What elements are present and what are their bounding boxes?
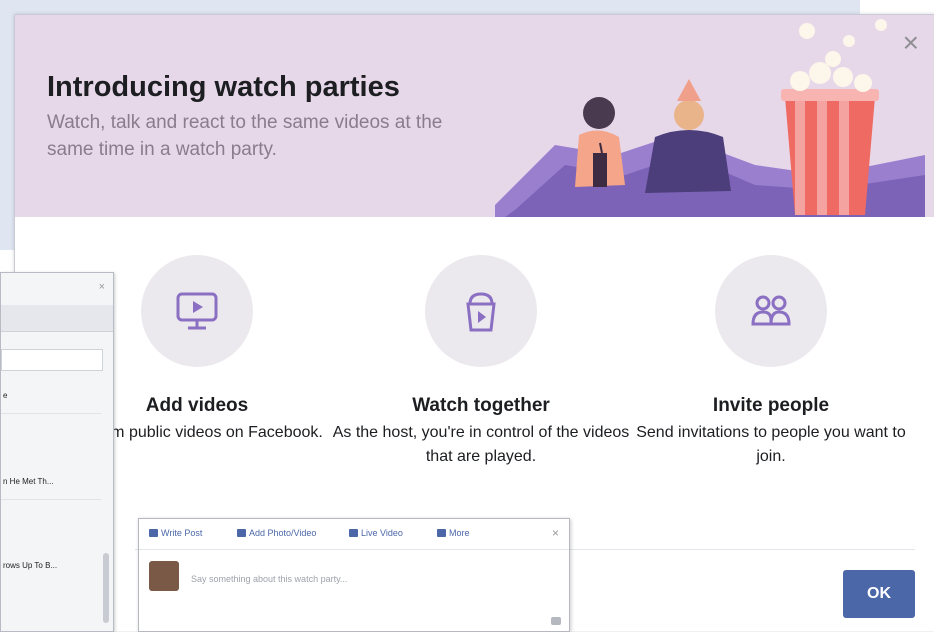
close-icon[interactable]: × bbox=[552, 526, 559, 540]
feature-icon-circle bbox=[715, 255, 827, 367]
popcorn-play-icon bbox=[466, 292, 496, 332]
feature-title: Invite people bbox=[712, 395, 830, 416]
composer-tabs: Write Post Add Photo/Video Live Video Mo… bbox=[139, 519, 569, 550]
tab-live-video[interactable]: Live Video bbox=[349, 528, 403, 538]
ok-button[interactable]: OK bbox=[843, 570, 915, 618]
avatar bbox=[149, 561, 179, 591]
composer-input[interactable]: Say something about this watch party... bbox=[191, 574, 347, 584]
list-divider bbox=[1, 413, 101, 414]
post-composer: Write Post Add Photo/Video Live Video Mo… bbox=[138, 518, 570, 632]
tab-label: Live Video bbox=[361, 528, 403, 538]
more-icon bbox=[437, 529, 446, 537]
watch-party-illustration-icon bbox=[495, 19, 925, 217]
tab-label: Add Photo/Video bbox=[249, 528, 317, 538]
tab-label: Write Post bbox=[161, 528, 203, 538]
feature-invite-people: Invite people Send invitations to people… bbox=[621, 255, 921, 469]
list-divider bbox=[1, 499, 101, 500]
close-dialog-button[interactable]: × bbox=[903, 29, 919, 57]
hero-banner: Introducing watch parties Watch, talk an… bbox=[15, 15, 934, 217]
feature-title: Watch together bbox=[412, 395, 550, 416]
list-item[interactable]: n He Met Th... bbox=[3, 477, 54, 486]
side-panel-window: × e n He Met Th... rows Up To B... bbox=[0, 272, 114, 632]
feature-icon-circle bbox=[141, 255, 253, 367]
feature-description: Send invitations to people you want to j… bbox=[636, 424, 906, 465]
photo-icon bbox=[237, 529, 246, 537]
feature-icon-circle bbox=[425, 255, 537, 367]
list-item[interactable]: rows Up To B... bbox=[3, 561, 57, 570]
feature-watch-together: Watch together As the host, you're in co… bbox=[331, 255, 631, 469]
close-icon[interactable]: × bbox=[99, 281, 105, 293]
search-input[interactable] bbox=[1, 349, 103, 371]
tab-add-photo-video[interactable]: Add Photo/Video bbox=[237, 528, 316, 538]
dialog-title: Introducing watch parties bbox=[47, 71, 400, 103]
people-icon bbox=[751, 295, 791, 326]
video-camera-icon bbox=[349, 529, 358, 537]
panel-toolbar bbox=[1, 305, 113, 332]
emoji-icon[interactable] bbox=[551, 617, 561, 625]
tab-more[interactable]: More bbox=[437, 528, 470, 538]
dialog-subtitle: Watch, talk and react to the same videos… bbox=[47, 112, 443, 160]
scrollbar[interactable] bbox=[103, 553, 109, 623]
video-screen-icon bbox=[176, 292, 218, 330]
tab-label: More bbox=[449, 528, 470, 538]
feature-description: As the host, you're in control of the vi… bbox=[332, 424, 630, 465]
list-item[interactable]: e bbox=[3, 391, 7, 400]
pencil-icon bbox=[149, 529, 158, 537]
tab-write-post[interactable]: Write Post bbox=[149, 528, 202, 538]
